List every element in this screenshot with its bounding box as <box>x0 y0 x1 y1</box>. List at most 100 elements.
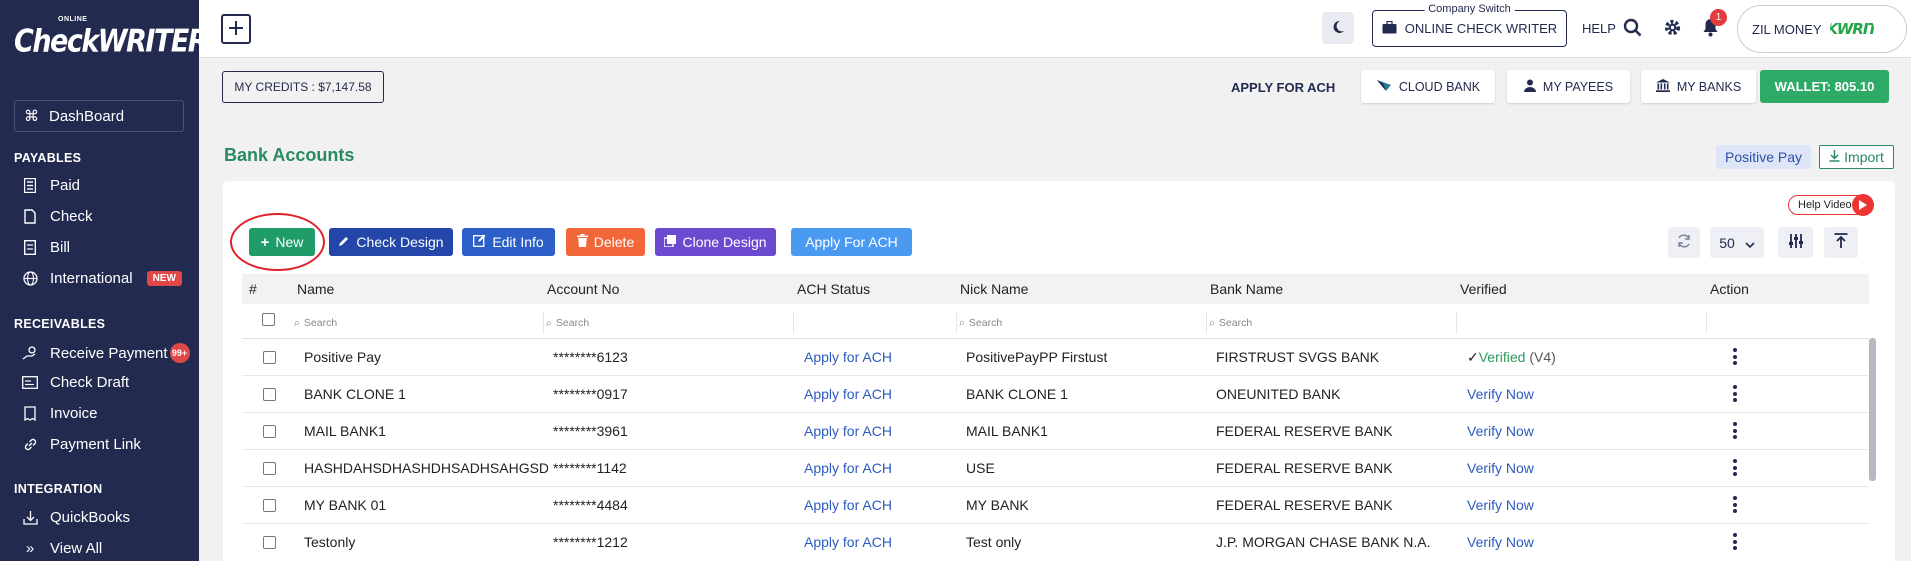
plus-icon <box>228 20 244 39</box>
credits-display[interactable]: MY CREDITS : $7,147.58 <box>222 71 384 103</box>
col-name[interactable]: Name <box>297 281 334 297</box>
sidebar-item-check[interactable]: Check <box>22 208 93 225</box>
app-logo[interactable]: ONLINE CheckWRITER <box>14 16 209 76</box>
kebab-menu-icon[interactable] <box>1733 422 1737 442</box>
kebab-menu-icon[interactable] <box>1733 385 1737 405</box>
chevron-down-icon <box>1745 235 1755 251</box>
col-verified[interactable]: Verified <box>1460 281 1507 297</box>
bankname-search-input[interactable]: ⌕ Search <box>1207 312 1457 334</box>
select-all-checkbox[interactable] <box>262 313 275 326</box>
sidebar-item-invoice[interactable]: Invoice <box>22 405 98 422</box>
row-verify-now-link[interactable]: Verify Now <box>1467 460 1534 476</box>
search-placeholder: Search <box>1218 317 1253 329</box>
import-button[interactable]: Import <box>1819 145 1894 169</box>
row-checkbox[interactable] <box>263 425 276 438</box>
scroll-to-top-button[interactable] <box>1824 227 1858 258</box>
row-apply-ach-link[interactable]: Apply for ACH <box>804 349 892 365</box>
sidebar-item-receive-payment[interactable]: Receive Payment 99+ <box>22 343 190 363</box>
wallet-button[interactable]: WALLET: 805.10 <box>1760 70 1889 103</box>
sidebar-item-paid[interactable]: Paid <box>22 177 80 194</box>
sidebar-item-bill[interactable]: Bill <box>22 239 70 256</box>
help-video-button[interactable]: Help Video <box>1788 194 1874 216</box>
nickname-search-input[interactable]: ⌕ Search <box>957 312 1207 334</box>
company-switch-label: Company Switch <box>1424 3 1515 15</box>
col-ach-status[interactable]: ACH Status <box>797 281 870 297</box>
row-verify-now-link[interactable]: Verify Now <box>1467 386 1534 402</box>
row-checkbox[interactable] <box>263 388 276 401</box>
sidebar-item-check-draft[interactable]: Check Draft <box>22 374 129 391</box>
positive-pay-button[interactable]: Positive Pay <box>1716 145 1812 169</box>
sidebar-item-payment-link[interactable]: Payment Link <box>22 436 141 453</box>
row-apply-ach-link[interactable]: Apply for ACH <box>804 534 892 550</box>
new-badge: NEW <box>146 271 182 286</box>
table-row[interactable]: HASHDAHSDHASHDHSADHSAHGSDA ********1142 … <box>242 450 1869 487</box>
sidebar-item-international[interactable]: International NEW <box>22 270 182 287</box>
row-name: Testonly <box>304 534 356 550</box>
help-link[interactable]: HELP <box>1582 21 1616 36</box>
row-checkbox[interactable] <box>263 499 276 512</box>
link-icon <box>22 437 38 453</box>
row-apply-ach-link[interactable]: Apply for ACH <box>804 386 892 402</box>
col-bank-name[interactable]: Bank Name <box>1210 281 1283 297</box>
row-name: BANK CLONE 1 <box>304 386 406 402</box>
delete-button[interactable]: Delete <box>566 228 645 256</box>
kebab-menu-icon[interactable] <box>1733 348 1737 368</box>
company-name: ONLINE CHECK WRITER <box>1404 21 1558 36</box>
check-draft-icon <box>22 375 38 391</box>
theme-toggle-button[interactable] <box>1322 12 1354 44</box>
highlight-circle <box>230 213 325 271</box>
sidebar-item-label: Bill <box>50 239 71 256</box>
kebab-menu-icon[interactable] <box>1733 533 1737 553</box>
command-icon: ⌘ <box>24 108 39 125</box>
row-bank-name: ONEUNITED BANK <box>1216 386 1341 402</box>
table-header: # Name Account No ACH Status Nick Name B… <box>242 274 1869 304</box>
table-scrollbar[interactable] <box>1869 338 1876 481</box>
row-verify-now-link[interactable]: Verify Now <box>1467 423 1534 439</box>
sliders-icon <box>1788 233 1804 252</box>
row-bank-name: FEDERAL RESERVE BANK <box>1216 497 1393 513</box>
list-icon <box>22 178 38 194</box>
row-checkbox[interactable] <box>263 462 276 475</box>
cloud-bank-button[interactable]: CLOUD BANK <box>1361 70 1495 103</box>
row-apply-ach-link[interactable]: Apply for ACH <box>804 423 892 439</box>
page-size-select[interactable]: 50 <box>1710 227 1764 258</box>
row-account-no: ********0917 <box>553 386 628 402</box>
search-icon[interactable] <box>1623 18 1642 40</box>
row-checkbox[interactable] <box>263 536 276 549</box>
row-verify-now-link[interactable]: Verify Now <box>1467 497 1534 513</box>
check-design-button[interactable]: Check Design <box>329 228 453 256</box>
company-switch-button[interactable]: Company Switch ONLINE CHECK WRITER <box>1372 3 1567 47</box>
column-settings-button[interactable] <box>1778 227 1813 258</box>
refresh-button[interactable] <box>1668 227 1700 258</box>
count-badge: 99+ <box>169 343 190 363</box>
row-checkbox[interactable] <box>263 351 276 364</box>
my-banks-button[interactable]: MY BANKS <box>1641 70 1756 103</box>
row-apply-ach-link[interactable]: Apply for ACH <box>804 497 892 513</box>
row-apply-ach-link[interactable]: Apply for ACH <box>804 460 892 476</box>
account-menu[interactable]: ZIL MONEY KWRIT <box>1737 5 1907 53</box>
account-search-input[interactable]: ⌕ Search <box>544 312 794 334</box>
name-search-input[interactable]: ⌕ Search <box>294 312 544 334</box>
col-nick-name[interactable]: Nick Name <box>960 281 1028 297</box>
add-new-button[interactable] <box>221 14 251 44</box>
sidebar-item-dashboard[interactable]: ⌘ DashBoard <box>14 100 184 132</box>
my-payees-button[interactable]: MY PAYEES <box>1507 70 1630 103</box>
gear-icon[interactable] <box>1663 18 1682 40</box>
table-row[interactable]: BANK CLONE 1 ********0917 Apply for ACH … <box>242 376 1869 413</box>
sidebar-item-quickbooks[interactable]: QuickBooks <box>22 509 130 526</box>
apply-for-ach-link[interactable]: APPLY FOR ACH <box>1231 80 1335 95</box>
edit-info-button[interactable]: Edit Info <box>462 228 555 256</box>
apply-for-ach-button[interactable]: Apply For ACH <box>791 228 912 256</box>
kebab-menu-icon[interactable] <box>1733 459 1737 479</box>
sidebar-item-label: Invoice <box>50 405 98 422</box>
col-account-no[interactable]: Account No <box>547 281 619 297</box>
table-row[interactable]: Positive Pay ********6123 Apply for ACH … <box>242 339 1869 376</box>
help-video-label: Help Video <box>1798 199 1852 211</box>
clone-design-button[interactable]: Clone Design <box>655 228 776 256</box>
table-row[interactable]: MAIL BANK1 ********3961 Apply for ACH MA… <box>242 413 1869 450</box>
row-verify-now-link[interactable]: Verify Now <box>1467 534 1534 550</box>
table-row[interactable]: Testonly ********1212 Apply for ACH Test… <box>242 524 1869 561</box>
kebab-menu-icon[interactable] <box>1733 496 1737 516</box>
sidebar-item-view-all[interactable]: » View All <box>22 540 102 557</box>
table-row[interactable]: MY BANK 01 ********4484 Apply for ACH MY… <box>242 487 1869 524</box>
